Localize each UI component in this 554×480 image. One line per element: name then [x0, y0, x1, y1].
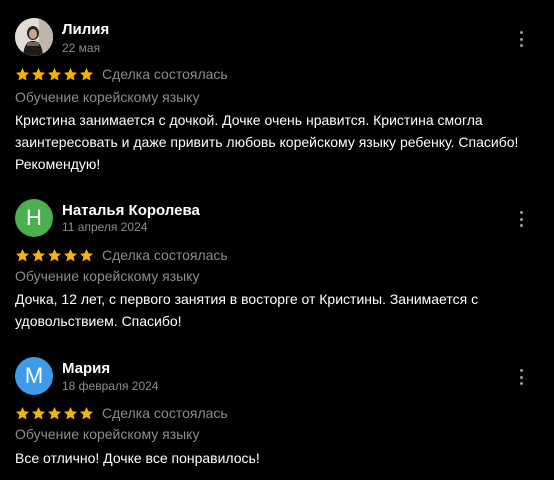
rating-row: Сделка состоялась: [15, 66, 228, 82]
star-icon: [47, 67, 62, 80]
review-card: Н Наталья Королева 11 апреля 2024 Сделка…: [0, 180, 554, 340]
rating-row: Сделка состоялась: [15, 405, 228, 421]
star-icon: [63, 406, 78, 419]
star-icon: [79, 406, 94, 419]
star-icon: [63, 248, 78, 261]
more-options-icon[interactable]: [516, 211, 526, 227]
star-rating: [15, 406, 94, 421]
reviewer-name[interactable]: Мария: [62, 360, 110, 377]
star-rating: [15, 67, 94, 82]
star-icon: [47, 406, 62, 419]
avatar[interactable]: Н: [15, 199, 53, 237]
review-text: Кристина занимается с дочкой. Дочке очен…: [15, 112, 519, 172]
star-icon: [15, 248, 30, 261]
review-card: М Мария 18 февраля 2024 Сделка состоялас…: [0, 340, 554, 480]
lesson-subject: Обучение корейскому языку: [15, 426, 200, 442]
user-photo-icon: [15, 18, 53, 56]
avatar-initial: М: [24, 363, 44, 388]
star-icon: [47, 248, 62, 261]
reviewer-name[interactable]: Наталья Королева: [62, 202, 200, 219]
review-text: Все отлично! Дочке все понравилось!: [15, 450, 260, 466]
star-icon: [79, 248, 94, 261]
star-rating: [15, 248, 94, 263]
review-date: 22 мая: [62, 41, 101, 55]
deal-status: Сделка состоялась: [102, 405, 228, 421]
review-card: Лилия 22 мая Сделка состоялась Обучение …: [0, 0, 554, 180]
lesson-subject: Обучение корейскому языку: [15, 89, 200, 105]
avatar-initial: Н: [26, 205, 42, 230]
star-icon: [31, 406, 46, 419]
reviewer-name[interactable]: Лилия: [62, 21, 109, 38]
rating-row: Сделка состоялась: [15, 247, 228, 263]
more-options-icon[interactable]: [516, 31, 526, 47]
star-icon: [79, 67, 94, 80]
avatar[interactable]: М: [15, 357, 53, 395]
star-icon: [15, 406, 30, 419]
review-date: 18 февраля 2024: [62, 379, 159, 393]
star-icon: [63, 67, 78, 80]
more-options-icon[interactable]: [516, 369, 526, 385]
avatar[interactable]: [15, 18, 53, 56]
lesson-subject: Обучение корейскому языку: [15, 268, 200, 284]
review-date: 11 апреля 2024: [62, 220, 148, 234]
deal-status: Сделка состоялась: [102, 66, 228, 82]
star-icon: [31, 67, 46, 80]
star-icon: [31, 248, 46, 261]
review-text: Дочка, 12 лет, с первого занятия в восто…: [15, 291, 479, 329]
star-icon: [15, 67, 30, 80]
deal-status: Сделка состоялась: [102, 247, 228, 263]
